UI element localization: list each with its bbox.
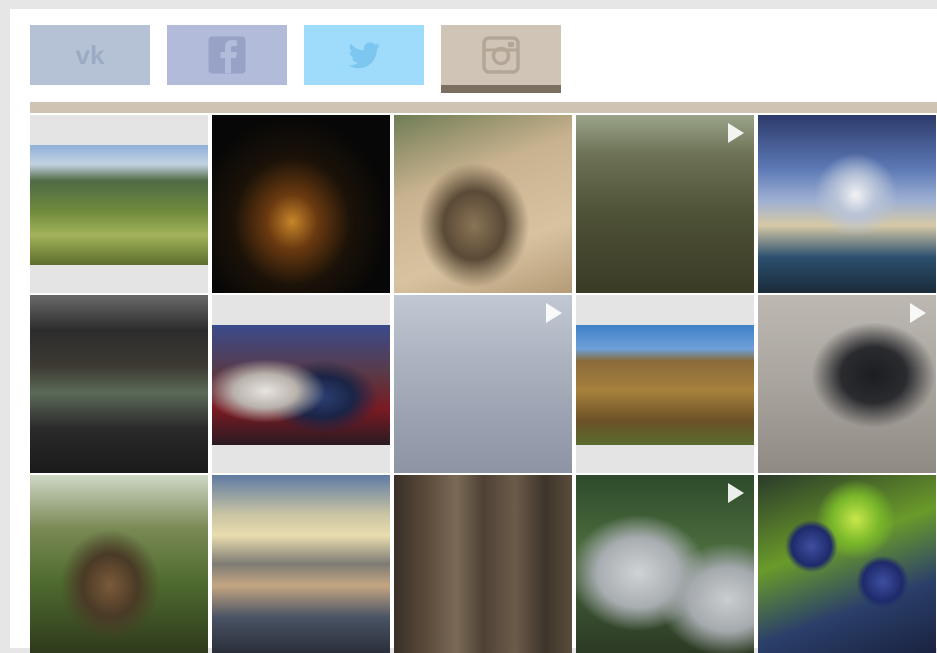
llama-woman-photo <box>212 325 390 445</box>
photo-tile[interactable] <box>212 295 390 473</box>
opera-house-photo <box>758 115 936 293</box>
mountain-valley-photo <box>30 145 208 265</box>
twitter-icon <box>348 42 381 69</box>
photo-tile[interactable] <box>576 115 754 293</box>
tab-instagram[interactable] <box>441 25 561 93</box>
photo-tile[interactable] <box>758 295 936 473</box>
play-icon <box>728 123 744 143</box>
instagram-icon <box>482 36 520 74</box>
play-icon <box>910 303 926 323</box>
facebook-icon <box>208 36 246 74</box>
social-feed-widget: vk <box>10 9 937 653</box>
forest-photo <box>394 475 572 653</box>
svg-text:vk: vk <box>76 40 105 70</box>
photo-tile[interactable] <box>758 115 936 293</box>
active-tab-indicator <box>441 85 561 93</box>
tab-twitter[interactable] <box>304 25 424 85</box>
night-city-photo <box>212 115 390 293</box>
photo-tile[interactable] <box>576 475 754 653</box>
play-icon <box>728 483 744 503</box>
photo-grid <box>30 115 937 653</box>
photo-tile[interactable] <box>394 475 572 653</box>
play-icon <box>546 303 562 323</box>
wooden-sign-photo <box>576 325 754 445</box>
photo-tile[interactable] <box>30 475 208 653</box>
photo-tile[interactable] <box>30 295 208 473</box>
berries-photo <box>758 475 936 653</box>
photo-tile[interactable] <box>212 475 390 653</box>
vk-icon: vk <box>76 40 105 70</box>
monkey-tree-photo <box>30 475 208 653</box>
tab-facebook[interactable] <box>167 25 287 85</box>
photo-tile[interactable] <box>394 115 572 293</box>
photo-tile[interactable] <box>576 295 754 473</box>
photo-tile[interactable] <box>394 295 572 473</box>
accent-divider <box>30 102 937 113</box>
tab-vk[interactable]: vk <box>30 25 150 85</box>
sunset-lake-photo <box>212 475 390 653</box>
photo-tile[interactable] <box>30 115 208 293</box>
tortoise-photo <box>394 115 572 293</box>
photo-tile[interactable] <box>758 475 936 653</box>
gallery-hall-photo <box>30 295 208 473</box>
photo-tile[interactable] <box>212 115 390 293</box>
